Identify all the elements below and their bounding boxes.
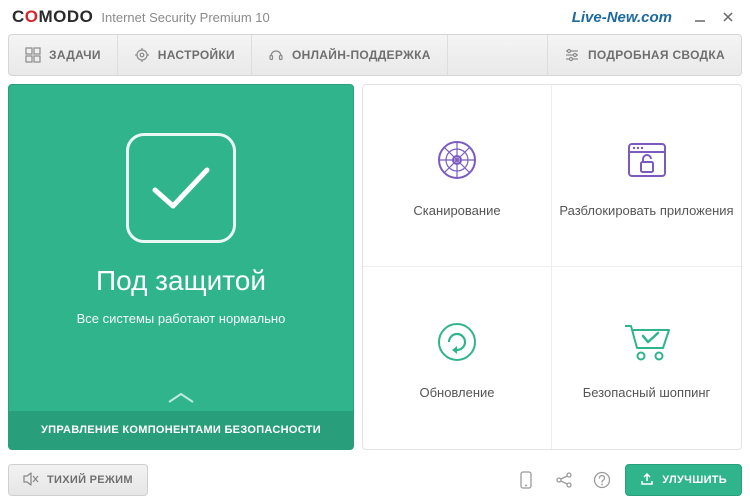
quiet-mode-label: ТИХИЙ РЕЖИМ (47, 474, 133, 486)
toolbar-support-label: ОНЛАЙН-ПОДДЕРЖКА (292, 48, 431, 62)
tiles-grid: Сканирование Разблокировать приложения (362, 84, 742, 450)
logo-text-1: C (12, 7, 25, 26)
toolbar-settings[interactable]: НАСТРОЙКИ (118, 35, 252, 75)
gear-icon (134, 47, 150, 63)
status-panel: Под защитой Все системы работают нормаль… (8, 84, 354, 450)
logo-text-2: MODO (39, 7, 94, 26)
tile-unblock-apps[interactable]: Разблокировать приложения (552, 85, 741, 267)
status-title: Под защитой (96, 265, 266, 297)
tile-scan[interactable]: Сканирование (363, 85, 552, 267)
tile-unblock-label: Разблокировать приложения (559, 202, 733, 220)
toolbar-detailed-summary[interactable]: ПОДРОБНАЯ СВОДКА (547, 35, 741, 75)
close-button[interactable] (714, 5, 742, 29)
tile-secure-shopping[interactable]: Безопасный шоппинг (552, 267, 741, 449)
help-icon (593, 471, 611, 489)
mobile-button[interactable] (511, 465, 541, 495)
minimize-button[interactable] (686, 5, 714, 29)
close-icon (722, 11, 734, 23)
scan-icon (429, 132, 485, 188)
toolbar-settings-label: НАСТРОЙКИ (158, 48, 235, 62)
status-footer-label: УПРАВЛЕНИЕ КОМПОНЕНТАМИ БЕЗОПАСНОСТИ (41, 424, 321, 436)
upgrade-label: УЛУЧШИТЬ (662, 474, 727, 486)
share-button[interactable] (549, 465, 579, 495)
tile-scan-label: Сканирование (413, 202, 500, 220)
tile-update-label: Обновление (419, 384, 494, 402)
tile-shopping-label: Безопасный шоппинг (583, 384, 711, 402)
headset-icon (268, 47, 284, 63)
help-button[interactable] (587, 465, 617, 495)
bottombar: ТИХИЙ РЕЖИМ УЛУЧШИТЬ (0, 458, 750, 502)
chevron-up-icon[interactable] (167, 391, 195, 409)
upload-icon (640, 472, 654, 489)
toolbar-tasks-label: ЗАДАЧИ (49, 48, 101, 62)
sliders-icon (564, 47, 580, 63)
toolbar: ЗАДАЧИ НАСТРОЙКИ ОНЛАЙН-ПОДДЕРЖКА ПОДРОБ… (8, 34, 742, 76)
toolbar-detailed-label: ПОДРОБНАЯ СВОДКА (588, 48, 725, 62)
phone-icon (519, 471, 533, 489)
share-icon (555, 471, 573, 489)
main-area: Под защитой Все системы работают нормаль… (0, 76, 750, 458)
toolbar-tasks[interactable]: ЗАДАЧИ (9, 35, 118, 75)
status-subtitle: Все системы работают нормально (77, 311, 286, 326)
brand-link[interactable]: Live-New.com (572, 9, 672, 26)
app-logo: COMODO (12, 7, 93, 27)
quiet-mode-button[interactable]: ТИХИЙ РЕЖИМ (8, 464, 148, 496)
status-check-icon (126, 133, 236, 243)
unlock-app-icon (619, 132, 675, 188)
upgrade-button[interactable]: УЛУЧШИТЬ (625, 464, 742, 496)
toolbar-support[interactable]: ОНЛАЙН-ПОДДЕРЖКА (252, 35, 448, 75)
logo-text-o: O (25, 7, 39, 26)
minimize-icon (694, 11, 706, 23)
tile-update[interactable]: Обновление (363, 267, 552, 449)
update-icon (429, 314, 485, 370)
manage-security-components[interactable]: УПРАВЛЕНИЕ КОМПОНЕНТАМИ БЕЗОПАСНОСТИ (9, 411, 353, 449)
titlebar: COMODO Internet Security Premium 10 Live… (0, 0, 750, 34)
product-name: Internet Security Premium 10 (101, 10, 269, 25)
mute-icon (23, 472, 39, 489)
tasks-icon (25, 47, 41, 63)
shopping-cart-icon (619, 314, 675, 370)
